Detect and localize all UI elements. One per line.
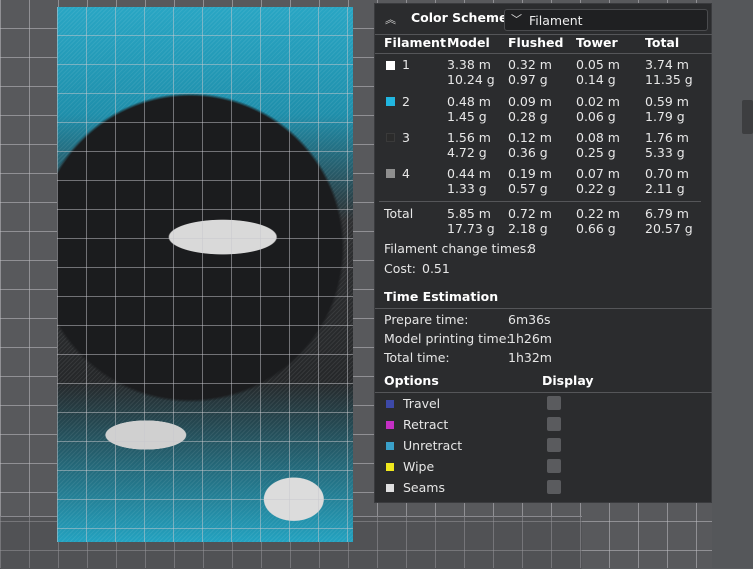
filament-swatch: [386, 133, 395, 142]
cost-label: Cost:: [384, 261, 417, 276]
divider: [375, 392, 713, 393]
filament-swatch: [386, 61, 395, 70]
side-panel-handle[interactable]: [742, 100, 753, 134]
filament-swatch: [386, 97, 395, 106]
color-scheme-header: ︽ Color Scheme ﹀ Filament: [375, 4, 713, 34]
filament-id: 3: [402, 130, 410, 145]
model-value: 0.48 m 1.45 g: [447, 94, 491, 124]
model-printing-time-value: 1h26m: [508, 331, 552, 346]
total-time-label: Total time:: [384, 350, 450, 365]
tower-value: 0.02 m 0.06 g: [576, 94, 620, 124]
total-value: 3.74 m 11.35 g: [645, 57, 693, 87]
total-value: 1.76 m 5.33 g: [645, 130, 689, 160]
tower-value: 0.08 m 0.25 g: [576, 130, 620, 160]
total-label: Total: [384, 206, 414, 221]
options-title: Options: [384, 373, 439, 388]
prepare-time-value: 6m36s: [508, 312, 551, 327]
divider: [375, 308, 713, 309]
retract-swatch: [386, 421, 394, 429]
viewport-right-margin: [712, 0, 753, 568]
col-header-model: Model: [447, 35, 490, 50]
tower-value: 0.07 m 0.22 g: [576, 166, 620, 196]
model-value: 3.38 m 10.24 g: [447, 57, 495, 87]
flushed-total: 0.72 m 2.18 g: [508, 206, 552, 236]
travel-label: Travel: [403, 396, 441, 411]
filament-id: 2: [402, 94, 410, 109]
col-header-total: Total: [645, 35, 680, 50]
legend-panel: ︽ Color Scheme ﹀ Filament Filament Model…: [374, 3, 713, 503]
wipe-display-toggle[interactable]: [547, 459, 561, 473]
col-header-flushed: Flushed: [508, 35, 564, 50]
cost-value: 0.51: [422, 261, 450, 276]
divider: [379, 201, 701, 202]
travel-swatch: [386, 400, 394, 408]
filament-change-value: 8: [528, 241, 536, 256]
wipe-label: Wipe: [403, 459, 435, 474]
bed-grid-overlay: [57, 7, 353, 542]
model-total: 5.85 m 17.73 g: [447, 206, 495, 236]
grand-total: 6.79 m 20.57 g: [645, 206, 693, 236]
model-value: 0.44 m 1.33 g: [447, 166, 491, 196]
seams-label: Seams: [403, 480, 445, 495]
flushed-value: 0.19 m 0.57 g: [508, 166, 552, 196]
chevron-down-icon: ﹀: [511, 13, 522, 26]
color-scheme-dropdown[interactable]: ﹀ Filament: [504, 9, 708, 31]
tower-value: 0.05 m 0.14 g: [576, 57, 620, 87]
color-scheme-title: Color Scheme: [411, 10, 508, 25]
total-value: 0.59 m 1.79 g: [645, 94, 689, 124]
display-title: Display: [542, 373, 594, 388]
retract-label: Retract: [403, 417, 449, 432]
prepare-time-label: Prepare time:: [384, 312, 469, 327]
collapse-chevron-icon[interactable]: ︽: [385, 11, 396, 27]
sliced-model-preview[interactable]: [57, 7, 353, 542]
unretract-swatch: [386, 442, 394, 450]
col-header-filament: Filament: [384, 35, 446, 50]
total-time-value: 1h32m: [508, 350, 552, 365]
flushed-value: 0.09 m 0.28 g: [508, 94, 552, 124]
col-header-tower: Tower: [576, 35, 618, 50]
retract-display-toggle[interactable]: [547, 417, 561, 431]
filament-change-label: Filament change times:: [384, 241, 531, 256]
seams-swatch: [386, 484, 394, 492]
total-value: 0.70 m 2.11 g: [645, 166, 689, 196]
travel-display-toggle[interactable]: [547, 396, 561, 410]
model-printing-time-label: Model printing time:: [384, 331, 511, 346]
tower-total: 0.22 m 0.66 g: [576, 206, 620, 236]
model-value: 1.56 m 4.72 g: [447, 130, 491, 160]
time-estimation-title: Time Estimation: [384, 289, 499, 304]
flushed-value: 0.32 m 0.97 g: [508, 57, 552, 87]
unretract-display-toggle[interactable]: [547, 438, 561, 452]
filament-id: 4: [402, 166, 410, 181]
seams-display-toggle[interactable]: [547, 480, 561, 494]
wipe-swatch: [386, 463, 394, 471]
unretract-label: Unretract: [403, 438, 463, 453]
filament-id: 1: [402, 57, 410, 72]
filament-swatch: [386, 169, 395, 178]
color-scheme-value: Filament: [529, 13, 583, 28]
divider: [375, 53, 713, 54]
flushed-value: 0.12 m 0.36 g: [508, 130, 552, 160]
